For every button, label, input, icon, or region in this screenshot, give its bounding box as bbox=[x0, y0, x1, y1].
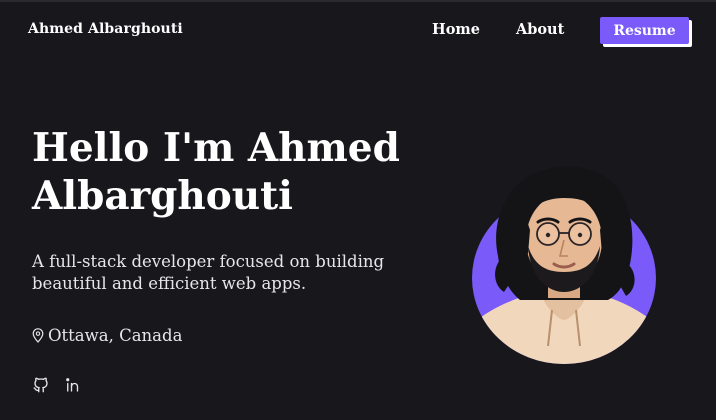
linkedin-link[interactable] bbox=[64, 376, 82, 394]
resume-button[interactable]: Resume bbox=[600, 17, 689, 44]
hero-tagline: A full-stack developer focused on buildi… bbox=[32, 252, 385, 293]
brand-link[interactable]: Ahmed Albarghouti bbox=[28, 21, 183, 37]
linkedin-icon bbox=[64, 376, 82, 394]
nav-link-home[interactable]: Home bbox=[432, 21, 480, 38]
location-text: Ottawa, Canada bbox=[48, 325, 183, 345]
location: Ottawa, Canada bbox=[32, 324, 182, 346]
nav-link-about[interactable]: About bbox=[516, 21, 564, 38]
avatar bbox=[468, 160, 660, 364]
map-pin-icon bbox=[32, 327, 44, 343]
navbar: Ahmed Albarghouti Home About Resume bbox=[0, 2, 716, 60]
resume-button-wrapper: Resume bbox=[600, 17, 692, 47]
github-icon bbox=[32, 376, 50, 394]
github-link[interactable] bbox=[32, 376, 50, 394]
hero-title: Hello I'm Ahmed Albarghouti bbox=[32, 125, 400, 219]
social-links bbox=[32, 376, 82, 394]
